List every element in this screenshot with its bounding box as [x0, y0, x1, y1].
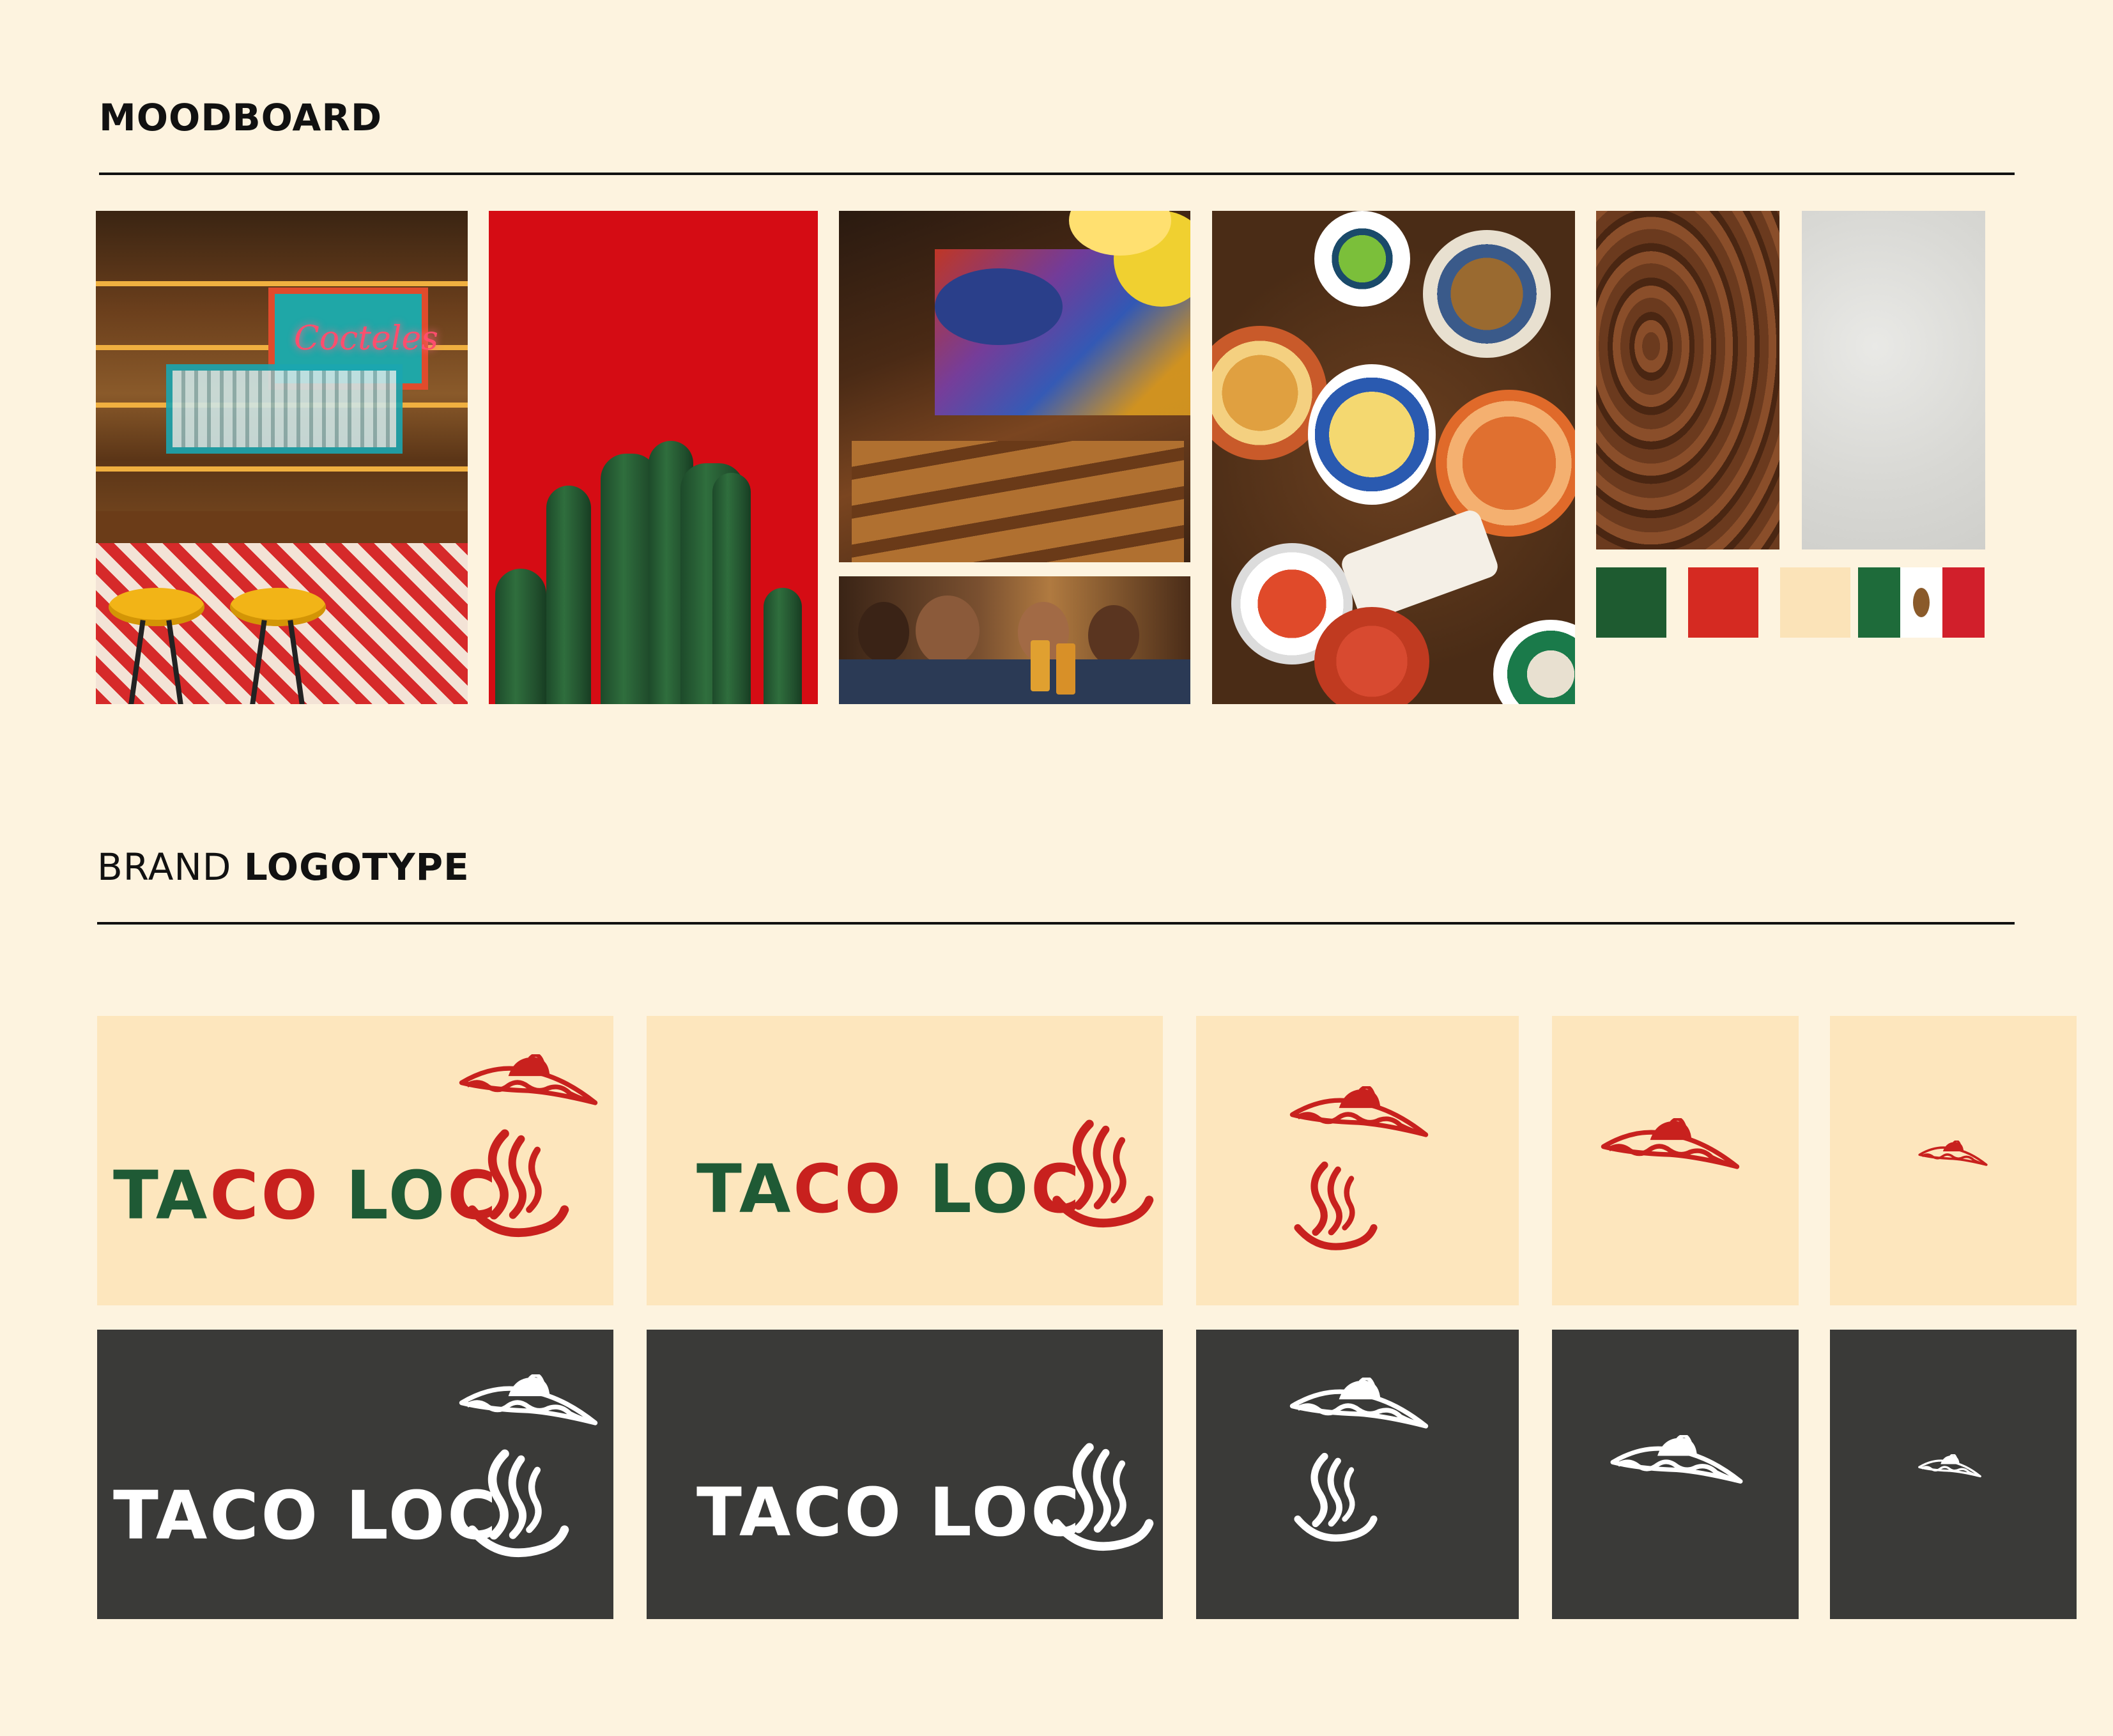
moodboard-divider	[99, 173, 2015, 175]
cactus-photo	[489, 211, 818, 704]
mexican-flag-swatch	[1858, 567, 1985, 638]
logo-card-symbol-dark	[1196, 1330, 1519, 1619]
mexican-food-photo	[1212, 211, 1575, 704]
logo-card-wordmark-dark: TACO LOC	[647, 1330, 1163, 1619]
logo-card-sombrero-small-light	[1830, 1016, 2077, 1305]
logo-card-symbol-light	[1196, 1016, 1519, 1305]
sombrero-icon	[1597, 1118, 1744, 1188]
flag-emblem-icon	[1913, 588, 1930, 617]
wordmark: TACO LOC	[113, 1156, 499, 1234]
bar-interior-photo: Cocteles	[96, 211, 468, 704]
sombrero-icon	[455, 1374, 602, 1445]
logo-card-sombrero-light	[1552, 1016, 1799, 1305]
logo-card-full-dark: TACO LOC	[97, 1330, 613, 1619]
flame-icon	[461, 1448, 570, 1563]
wordmark: TACO LOC	[696, 1150, 1082, 1228]
flame-icon	[461, 1128, 570, 1243]
wordmark: TACO LOC	[696, 1473, 1082, 1551]
friends-toasting-photo	[839, 576, 1190, 704]
flame-icon	[1046, 1441, 1155, 1556]
cream-color-swatch	[1780, 567, 1850, 638]
moodboard-heading: MOODBOARD	[99, 96, 383, 139]
sombrero-icon	[455, 1054, 602, 1125]
green-color-swatch	[1596, 567, 1666, 638]
stone-texture-swatch	[1802, 211, 1985, 549]
brand-logotype-divider	[97, 922, 2015, 925]
sombrero-icon	[1286, 1378, 1433, 1448]
flame-icon	[1289, 1451, 1378, 1547]
sombrero-icon	[1918, 1141, 1988, 1166]
wood-texture-swatch	[1596, 211, 1779, 549]
flame-icon	[1046, 1118, 1155, 1233]
flame-icon	[1289, 1160, 1378, 1256]
brand-logotype-heading: BRAND LOGOTYPE	[97, 845, 470, 889]
logo-card-full-light: TACO LOC	[97, 1016, 613, 1305]
logo-card-wordmark-light: TACO LOC	[647, 1016, 1163, 1305]
sombrero-icon	[1286, 1086, 1433, 1156]
logo-card-sombrero-dark	[1552, 1330, 1799, 1619]
logo-card-sombrero-small-dark	[1830, 1330, 2077, 1619]
restaurant-interior-photo	[839, 211, 1190, 562]
wordmark: TACO LOC	[113, 1477, 499, 1555]
red-color-swatch	[1688, 567, 1758, 638]
sombrero-icon	[1918, 1454, 1981, 1478]
sombrero-icon	[1606, 1435, 1747, 1502]
